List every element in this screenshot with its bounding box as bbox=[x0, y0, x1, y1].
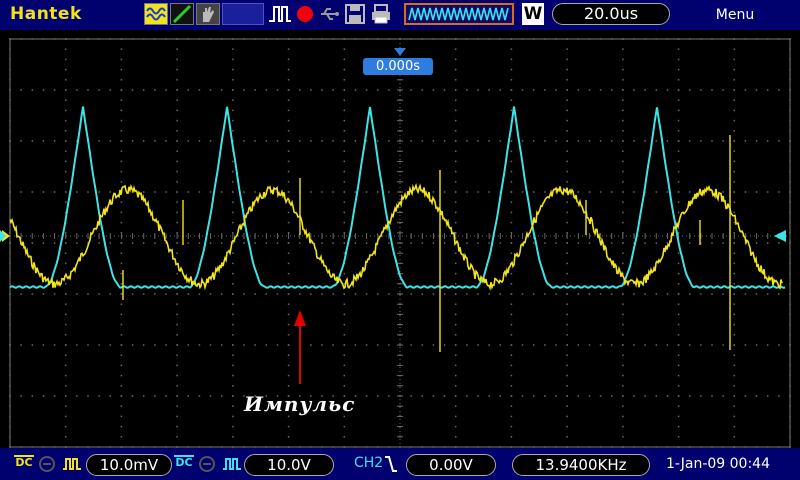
trigger-falling-edge-icon bbox=[384, 454, 398, 474]
waveform-w-icon[interactable]: W bbox=[522, 3, 544, 25]
ch2-volts-per-div[interactable]: 10.0V bbox=[244, 454, 334, 476]
print-icon[interactable] bbox=[370, 3, 392, 25]
ch2-pulse-icon bbox=[222, 454, 241, 474]
date-time: 1-Jan-09 00:44 bbox=[666, 456, 770, 472]
waveform-graticule bbox=[0, 30, 800, 448]
display-icon[interactable] bbox=[222, 3, 264, 25]
record-icon[interactable] bbox=[294, 3, 316, 25]
trigger-level[interactable]: 0.00V bbox=[406, 454, 496, 476]
ch1-pulse-icon bbox=[62, 454, 81, 474]
memory-depth-icon[interactable] bbox=[404, 3, 514, 25]
status-bar: DC 10.0mV DC 10.0V CH2 0.00V 13.9400KHz … bbox=[0, 448, 800, 480]
ch2-coupling-badge[interactable]: DC bbox=[174, 455, 194, 468]
trigger-source[interactable]: CH2 bbox=[354, 455, 383, 471]
pulse-icon[interactable] bbox=[268, 3, 292, 25]
hand-icon[interactable] bbox=[196, 3, 220, 25]
top-toolbar: Hantek W 20.0us Menu bbox=[0, 0, 800, 30]
frequency-counter: 13.9400KHz bbox=[512, 454, 650, 476]
timebase-display: 20.0us bbox=[552, 3, 670, 25]
ch2-bandwidth-icon bbox=[198, 454, 216, 474]
bandwidth-limit-icon bbox=[38, 454, 56, 474]
menu-button[interactable]: Menu bbox=[690, 3, 780, 27]
usb-icon[interactable] bbox=[318, 3, 340, 25]
annotation-label: Импульс bbox=[244, 392, 356, 416]
waveform-screen: 0.000s Импульс bbox=[0, 30, 800, 448]
ch1-volts-per-div[interactable]: 10.0mV bbox=[86, 454, 172, 476]
line-mode-icon[interactable] bbox=[170, 3, 194, 25]
save-icon[interactable] bbox=[344, 3, 366, 25]
trigger-time-label: 0.000s bbox=[363, 58, 433, 75]
waveform-icon[interactable] bbox=[144, 3, 168, 25]
brand-logo: Hantek bbox=[10, 4, 82, 24]
ch1-coupling-badge[interactable]: DC bbox=[14, 455, 34, 468]
